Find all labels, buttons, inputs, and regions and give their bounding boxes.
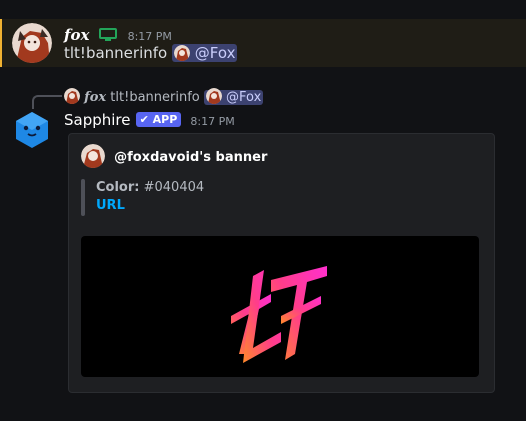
bot-timestamp: 8:17 PM [190, 115, 235, 128]
color-label: Color: [96, 180, 140, 195]
color-value: #040404 [143, 180, 205, 195]
reply-avatar [64, 88, 80, 104]
embed-author[interactable]: @foxdavoid's banner [114, 150, 267, 165]
reply-author: fox [84, 90, 107, 105]
app-badge: ✔ APP [135, 112, 182, 127]
reply-mention-label: @Fox [226, 90, 262, 105]
reply-preview[interactable]: fox tlt!bannerinfo @Fox [64, 88, 264, 105]
reply-mention: @Fox [203, 88, 264, 105]
mention-avatar [173, 45, 190, 61]
timestamp: 8:17 PM [127, 30, 172, 43]
embed-author-avatar [81, 144, 105, 168]
reply-text: tlt!bannerinfo [110, 90, 200, 105]
app-badge-label: APP [152, 113, 178, 126]
reply-mention-avatar [205, 88, 222, 104]
embed-card: @foxdavoid's banner Color: #040404 URL [68, 133, 495, 393]
tlt-logo [231, 266, 327, 363]
bot-avatar[interactable] [12, 110, 52, 150]
reply-spine [32, 95, 62, 109]
banner-image[interactable] [81, 236, 479, 377]
url-link[interactable]: URL [96, 198, 125, 213]
bot-name[interactable]: Sapphire [64, 111, 131, 129]
message-text: tlt!bannerinfo [64, 44, 168, 62]
message-highlighted: fox 8:17 PM tlt!bannerinfo @Fox [0, 19, 526, 67]
author-name[interactable]: fox [64, 26, 89, 44]
quote-bar [81, 179, 85, 216]
avatar[interactable] [12, 23, 52, 63]
check-icon: ✔ [139, 113, 149, 126]
message-content: tlt!bannerinfo @Fox [64, 44, 238, 62]
user-mention[interactable]: @Fox [171, 44, 238, 62]
mention-label: @Fox [194, 44, 236, 62]
